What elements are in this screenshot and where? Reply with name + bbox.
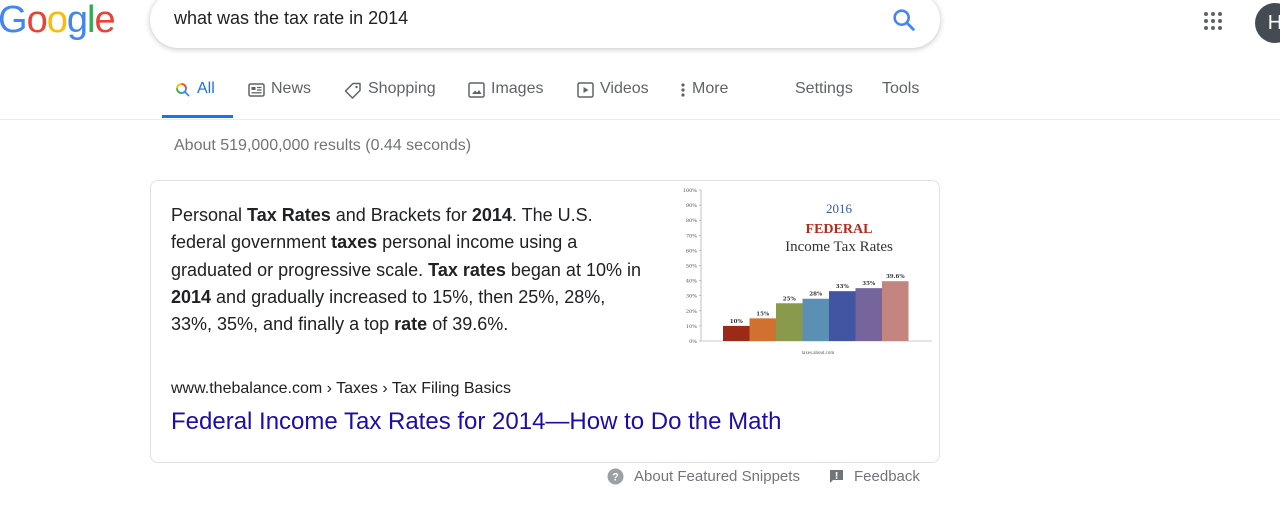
- snippet-bold-text: 2014: [171, 286, 212, 307]
- bar: [855, 288, 882, 341]
- settings-link[interactable]: Settings: [795, 80, 853, 118]
- tab-more[interactable]: More: [680, 80, 728, 118]
- tab-news[interactable]: News: [248, 80, 311, 118]
- tools-link[interactable]: Tools: [882, 80, 919, 118]
- tab-more-label: More: [692, 80, 729, 97]
- help-icon: ?: [607, 468, 624, 485]
- snippet-bold-text: Tax Rates: [247, 205, 331, 225]
- y-tick-label: 40%: [686, 279, 697, 285]
- account-avatar[interactable]: H: [1255, 3, 1280, 43]
- bar-data-label: 39.6%: [886, 274, 905, 280]
- y-tick-label: 30%: [686, 294, 697, 300]
- active-tab-indicator: [162, 115, 233, 118]
- snippet-bold-text: taxes: [331, 232, 378, 253]
- bar-data-label: 25%: [783, 296, 797, 302]
- tools-label: Tools: [882, 80, 920, 97]
- result-cite: www.thebalance.com › Taxes › Tax Filing …: [171, 380, 511, 397]
- y-tick-label: 70%: [686, 233, 697, 239]
- snippet-text-segment: of 39.6%.: [427, 314, 509, 335]
- snippet-text-segment: and Brackets for: [330, 205, 472, 225]
- bar: [776, 303, 803, 341]
- featured-snippet: Personal Tax Rates and Brackets for 2014…: [150, 180, 940, 463]
- y-tick-label: 60%: [686, 248, 697, 254]
- news-icon: [248, 83, 265, 97]
- search-box: [150, 0, 940, 48]
- bar: [723, 325, 750, 341]
- bar-data-label: 15%: [756, 311, 770, 317]
- tax-rate-chart[interactable]: 0% 10% 20% 30% 40% 50% 60% 70% 80% 90% 100% 10% 15% 2…: [664, 183, 934, 361]
- y-tick-label: 90%: [686, 203, 697, 209]
- logo-letter: o: [46, 0, 68, 41]
- tab-all-label: All: [197, 80, 215, 97]
- settings-label: Settings: [795, 80, 853, 97]
- svg-text:?: ?: [612, 472, 619, 484]
- bar: [802, 298, 829, 341]
- snippet-bold-text: rate: [394, 314, 428, 335]
- snippet-text-segment: and gradually increased to 15%, then 25%…: [171, 286, 606, 335]
- logo-letter: e: [94, 0, 115, 41]
- bar-data-label: 35%: [862, 281, 876, 287]
- logo-letter: o: [26, 0, 48, 41]
- bar: [749, 318, 776, 341]
- chart-title-federal: FEDERAL: [806, 222, 873, 237]
- y-tick-label: 20%: [686, 309, 697, 315]
- snippet-text-segment: began at 10% in: [505, 259, 641, 280]
- logo-letter: G: [0, 0, 28, 41]
- search-input[interactable]: [174, 8, 854, 29]
- search-icon: [893, 9, 915, 31]
- snippet-text: Personal Tax Rates and Brackets for 2014…: [171, 202, 651, 338]
- bar-data-label: 10%: [730, 319, 744, 325]
- bar-data-label: 33%: [836, 284, 850, 290]
- snippet-bold-text: 2014: [471, 205, 512, 225]
- feedback-icon: [830, 470, 843, 483]
- tab-videos[interactable]: Videos: [577, 80, 649, 118]
- tab-images-label: Images: [491, 80, 544, 97]
- y-tick-label: 0%: [689, 339, 697, 345]
- bar-data-label: 28%: [809, 292, 823, 298]
- result-stats: About 519,000,000 results (0.44 seconds): [174, 137, 472, 154]
- snippet-bold-text: Tax rates: [428, 259, 506, 280]
- bar: [882, 281, 909, 341]
- chart-title-subtitle: Income Tax Rates: [785, 239, 893, 255]
- about-featured-snippets-link[interactable]: ? About Featured Snippets: [607, 468, 800, 485]
- bar: [829, 291, 856, 341]
- feedback-label: Feedback: [854, 468, 920, 485]
- snippet-text-segment: Personal: [171, 205, 248, 225]
- feedback-link[interactable]: Feedback: [829, 468, 920, 485]
- tab-all[interactable]: All: [175, 80, 215, 118]
- tab-videos-label: Videos: [600, 80, 649, 97]
- apps-grid-icon[interactable]: [1204, 12, 1226, 34]
- video-icon: [577, 82, 594, 98]
- image-icon: [468, 82, 485, 98]
- tag-icon: [344, 82, 361, 99]
- y-tick-label: 100%: [683, 188, 698, 194]
- more-vert-icon: [681, 83, 685, 97]
- y-tick-label: 80%: [686, 218, 697, 224]
- search-button[interactable]: [890, 6, 918, 34]
- search-multicolor-icon: [176, 83, 190, 97]
- logo-letter: l: [86, 0, 96, 41]
- about-featured-snippets-label: About Featured Snippets: [634, 468, 800, 485]
- search-tabs: All News Shopping Images Videos More Set…: [0, 70, 1280, 120]
- chart-source-label: taxes.about.com: [802, 351, 835, 356]
- chart-title-year: 2016: [826, 201, 853, 216]
- tab-shopping-label: Shopping: [368, 80, 436, 97]
- y-tick-label: 10%: [686, 324, 697, 330]
- y-tick-label: 50%: [686, 264, 697, 270]
- tab-shopping[interactable]: Shopping: [344, 80, 436, 118]
- tab-news-label: News: [271, 80, 312, 97]
- result-title-link[interactable]: Federal Income Tax Rates for 2014—How to…: [171, 408, 782, 436]
- logo-letter: g: [66, 0, 88, 41]
- tab-images[interactable]: Images: [468, 80, 543, 118]
- google-logo[interactable]: Google: [0, 0, 116, 41]
